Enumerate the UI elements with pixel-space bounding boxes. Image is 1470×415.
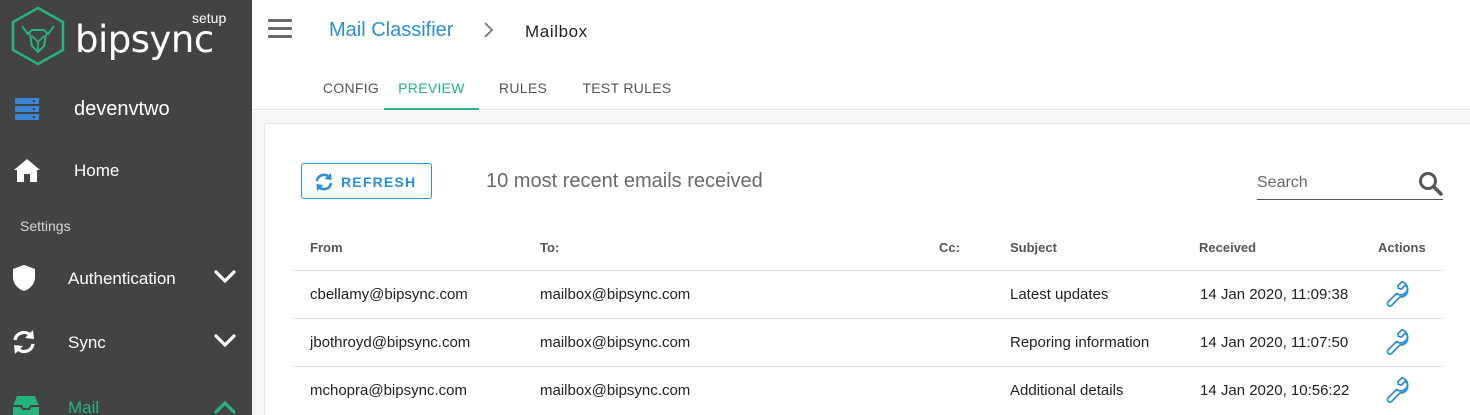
- column-header-from: From: [310, 240, 343, 255]
- cell-received: 14 Jan 2020, 10:56:22: [1200, 382, 1350, 399]
- row-divider: [293, 318, 1443, 319]
- sidebar: bipsync setup devenvtwo Home Settings Au…: [0, 0, 252, 415]
- tab-preview[interactable]: PREVIEW: [384, 66, 479, 110]
- sync-icon: [13, 330, 35, 354]
- cell-received: 14 Jan 2020, 11:07:50: [1200, 334, 1349, 351]
- brand-tag: setup: [192, 10, 227, 26]
- top-header: Mail Classifier Mailbox CONFIG PREVIEW R…: [252, 0, 1470, 110]
- row-divider: [293, 366, 1443, 367]
- cell-from: cbellamy@bipsync.com: [310, 286, 468, 303]
- chevron-up-icon: [214, 400, 236, 414]
- cell-subject: Additional details: [1010, 382, 1124, 399]
- cell-to: mailbox@bipsync.com: [540, 382, 691, 399]
- column-header-subject: Subject: [1010, 240, 1057, 255]
- menu-icon[interactable]: [268, 19, 292, 41]
- sidebar-item-label: Home: [74, 161, 120, 180]
- column-header-received: Received: [1199, 240, 1257, 255]
- wrench-icon[interactable]: [1383, 281, 1411, 309]
- home-icon: [14, 159, 40, 182]
- brand-logo[interactable]: bipsync setup: [10, 6, 245, 68]
- sidebar-item-label: Authentication: [68, 269, 176, 288]
- search-icon[interactable]: [1418, 171, 1444, 197]
- chevron-down-icon: [214, 334, 236, 348]
- column-header-to: To:: [540, 240, 560, 255]
- breadcrumb-parent[interactable]: Mail Classifier: [329, 19, 453, 42]
- search-box: [1257, 168, 1443, 200]
- settings-heading: Settings: [20, 218, 71, 234]
- server-icon: [15, 98, 39, 120]
- sidebar-item-label: Mail: [68, 398, 100, 415]
- tab-config[interactable]: CONFIG: [312, 66, 390, 110]
- cell-from: mchopra@bipsync.com: [310, 382, 467, 399]
- column-header-actions: Actions: [1378, 240, 1426, 255]
- environment-selector[interactable]: devenvtwo: [0, 82, 252, 138]
- cell-subject: Latest updates: [1010, 286, 1109, 303]
- sidebar-item-label: Sync: [68, 333, 106, 352]
- wrench-icon[interactable]: [1383, 377, 1411, 405]
- cell-received: 14 Jan 2020, 11:09:38: [1200, 286, 1349, 303]
- refresh-label: REFRESH: [341, 174, 417, 190]
- search-input[interactable]: [1257, 170, 1407, 196]
- shield-icon: [13, 265, 35, 291]
- tab-test-rules[interactable]: TEST RULES: [572, 66, 682, 110]
- refresh-button[interactable]: REFRESH: [301, 163, 432, 199]
- inbox-icon: [13, 396, 39, 415]
- sidebar-item-authentication[interactable]: Authentication: [0, 250, 252, 306]
- cell-to: mailbox@bipsync.com: [540, 334, 691, 351]
- tab-rules[interactable]: RULES: [488, 66, 558, 110]
- column-header-cc: Cc:: [939, 240, 960, 255]
- sidebar-item-mail[interactable]: Mail: [0, 378, 252, 415]
- chevron-down-icon: [214, 270, 236, 284]
- environment-name: devenvtwo: [74, 98, 170, 120]
- chevron-right-icon: [484, 22, 494, 38]
- cell-from: jbothroyd@bipsync.com: [310, 334, 471, 351]
- preview-card: [264, 123, 1470, 415]
- bull-logo-icon: [11, 6, 65, 66]
- refresh-icon: [315, 173, 333, 191]
- recent-emails-summary: 10 most recent emails received: [486, 170, 763, 192]
- sidebar-item-home[interactable]: Home: [0, 142, 252, 198]
- cell-subject: Reporing information: [1010, 334, 1150, 351]
- breadcrumb-current: Mailbox: [525, 22, 588, 41]
- cell-to: mailbox@bipsync.com: [540, 286, 691, 303]
- sidebar-item-sync[interactable]: Sync: [0, 314, 252, 370]
- wrench-icon[interactable]: [1383, 329, 1411, 357]
- row-divider: [293, 270, 1443, 271]
